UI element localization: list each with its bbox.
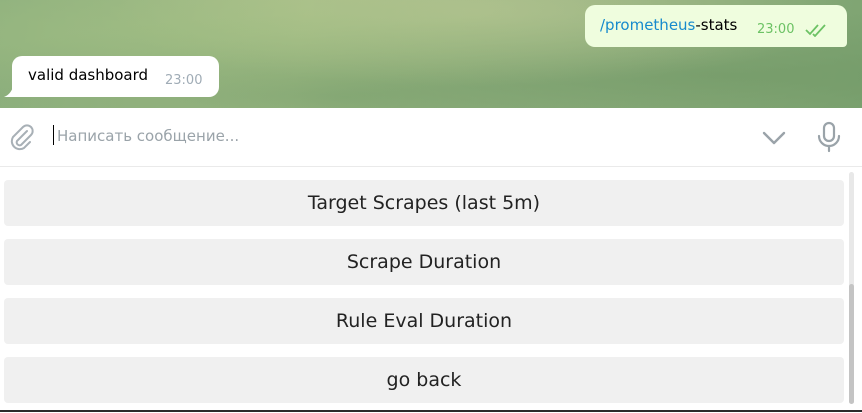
keyboard-button-go-back[interactable]: go back: [4, 357, 844, 403]
keyboard-scrollbar[interactable]: [849, 172, 854, 404]
command-suffix: -stats: [695, 16, 738, 34]
incoming-message-time: 23:00: [165, 73, 203, 88]
incoming-message-text: valid dashboard: [28, 66, 149, 84]
window-bottom-border: [0, 410, 862, 412]
bot-reply-keyboard: Target Scrapes (last 5m) Scrape Duration…: [0, 167, 862, 413]
telegram-chat-window: /prometheus-stats 23:00 valid dashboard …: [0, 0, 862, 413]
double-check-icon: [805, 24, 826, 37]
outgoing-message[interactable]: /prometheus-stats 23:00: [585, 5, 847, 47]
chat-history: /prometheus-stats 23:00 valid dashboard …: [0, 0, 862, 108]
chevron-down-icon[interactable]: [760, 128, 788, 148]
keyboard-button-rule-eval-duration[interactable]: Rule Eval Duration: [4, 298, 844, 344]
incoming-message[interactable]: valid dashboard 23:00: [12, 56, 219, 97]
scrollbar-thumb[interactable]: [849, 284, 854, 404]
keyboard-button-target-scrapes[interactable]: Target Scrapes (last 5m): [4, 180, 844, 226]
outgoing-message-text: /prometheus-stats: [600, 16, 737, 34]
microphone-icon[interactable]: [816, 121, 842, 153]
bot-command-link[interactable]: /prometheus: [600, 16, 695, 34]
outgoing-message-time: 23:00: [757, 22, 795, 37]
message-input[interactable]: [57, 124, 737, 148]
text-caret: [53, 125, 54, 145]
paperclip-icon[interactable]: [6, 122, 36, 152]
message-composer: [0, 108, 862, 167]
keyboard-button-scrape-duration[interactable]: Scrape Duration: [4, 239, 844, 285]
